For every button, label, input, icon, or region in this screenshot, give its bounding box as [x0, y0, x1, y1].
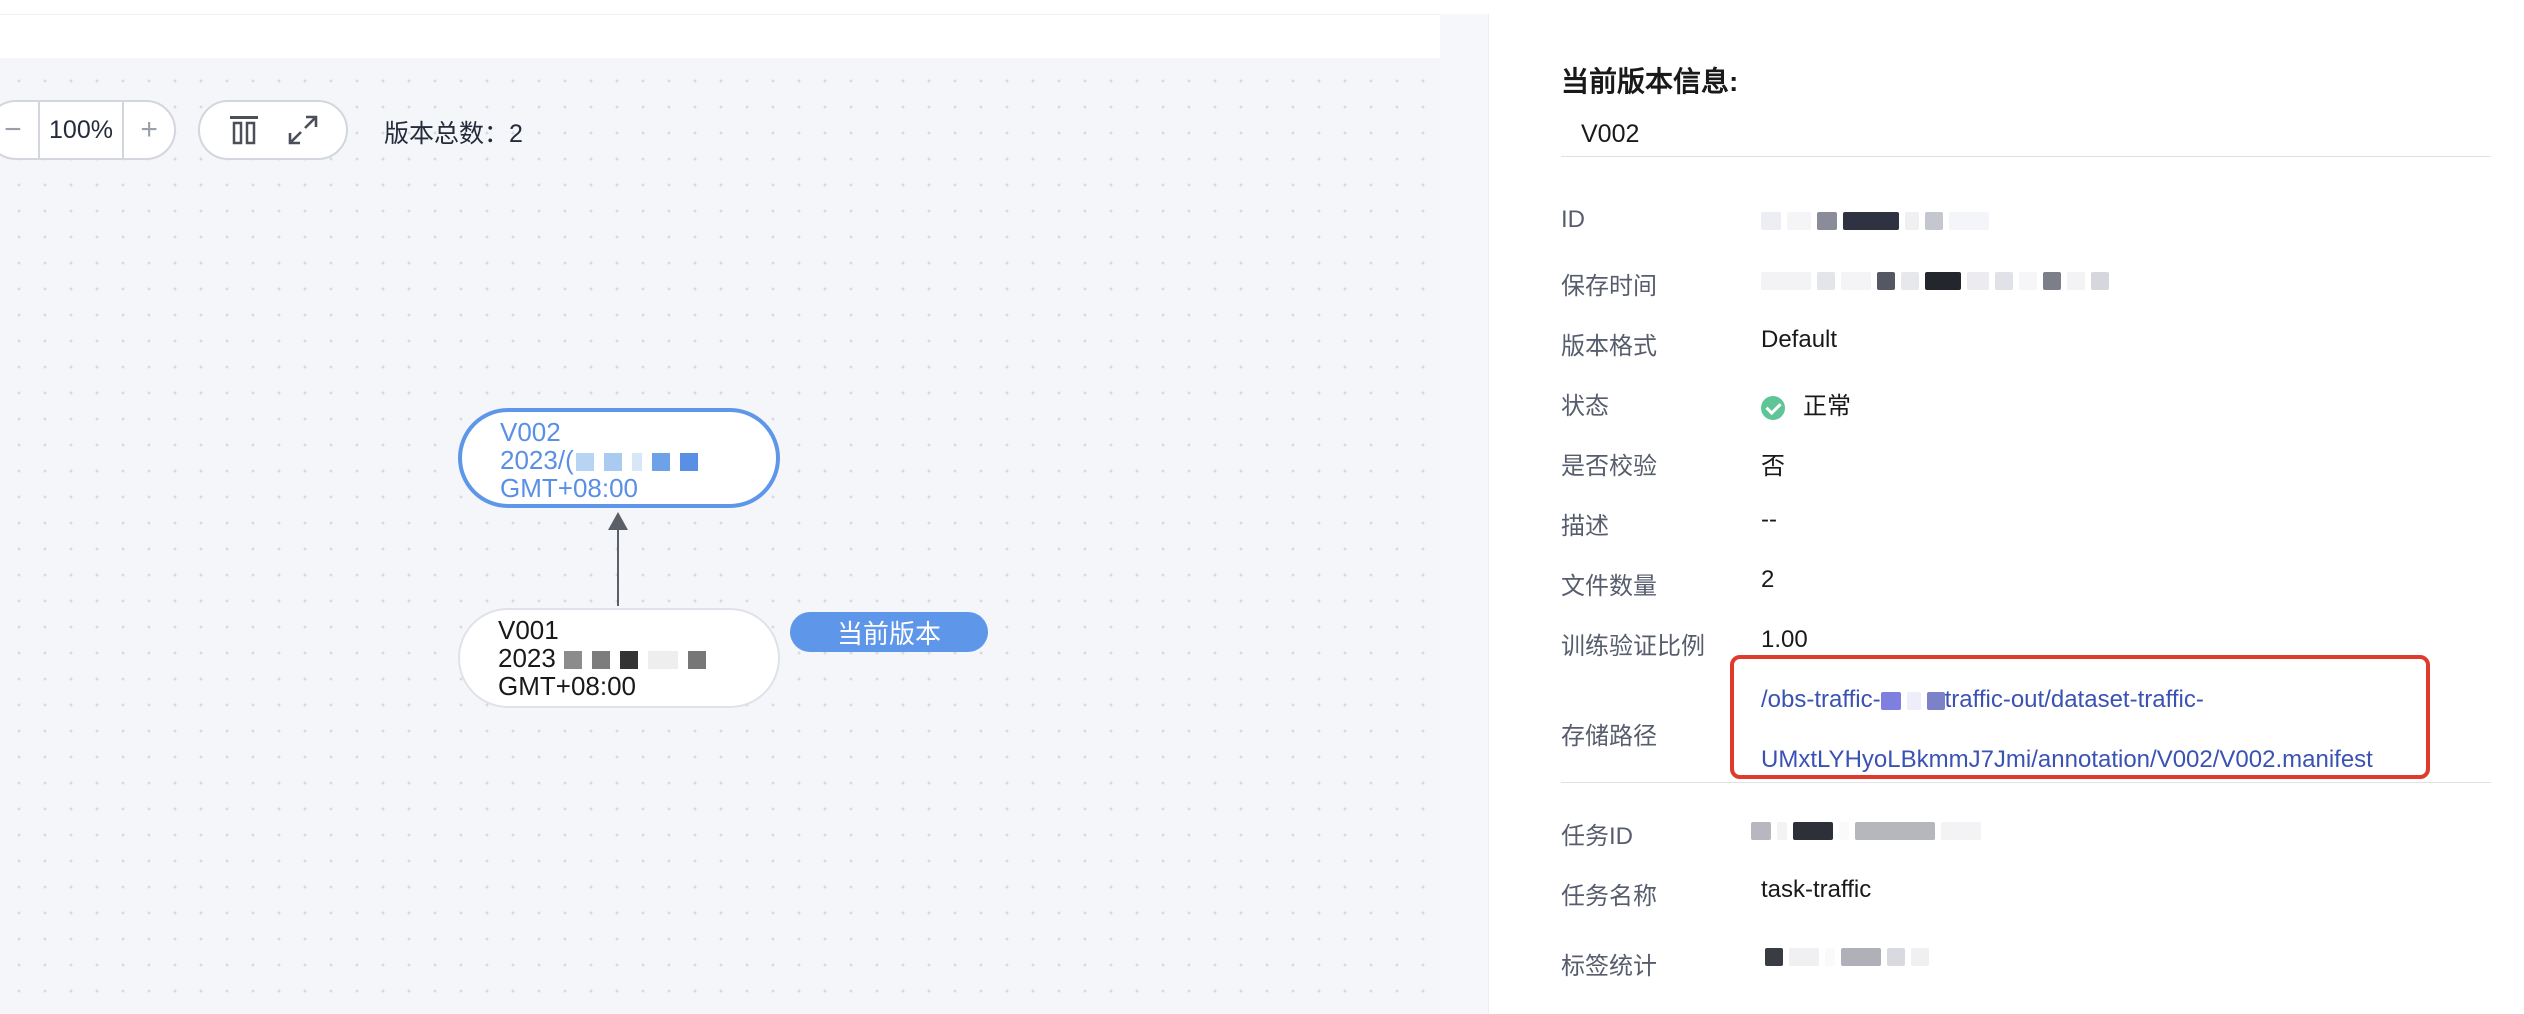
task-id-value — [1751, 816, 1987, 844]
zoom-control: − 100% + — [0, 100, 176, 160]
node-date: 2023 — [498, 644, 778, 672]
task-name-value: task-traffic — [1761, 876, 1872, 903]
status-label: 状态 — [1561, 393, 1609, 420]
file-count-value: 2 — [1761, 566, 1775, 593]
verify-value: 否 — [1761, 453, 1785, 480]
zoom-level: 100% — [37, 102, 125, 158]
status-text: 正常 — [1803, 393, 1851, 420]
file-count-label: 文件数量 — [1561, 573, 1657, 600]
divider — [1561, 782, 2491, 783]
view-tools — [198, 100, 348, 160]
format-value: Default — [1761, 326, 1838, 353]
node-date: 2023/( — [500, 446, 776, 474]
fullscreen-button[interactable] — [281, 108, 325, 152]
zoom-out-button[interactable]: − — [0, 102, 38, 158]
verify-label: 是否校验 — [1561, 453, 1657, 480]
format-label: 版本格式 — [1561, 333, 1657, 360]
zoom-in-button[interactable]: + — [124, 102, 174, 158]
top-bar — [0, 0, 2524, 15]
storage-path-link[interactable]: /obs-traffic-traffic-out/dataset-traffic… — [1761, 686, 2204, 714]
version-graph-canvas[interactable] — [0, 58, 1440, 1014]
storage-path-link-cont[interactable]: UMxtLYHyoLBkmmJ7Jmi/annotation/V002/V002… — [1761, 746, 2373, 774]
label-stats-label: 标签统计 — [1561, 953, 1657, 980]
status-value: 正常 — [1761, 386, 1851, 421]
current-version-tag: 当前版本 — [790, 612, 988, 652]
version-info-panel: 当前版本信息: V002 ID 保存时间 版本格式 Default 状态 正常 … — [1489, 14, 2524, 1014]
save-time-value — [1761, 266, 2115, 294]
label-stats-value — [1765, 942, 1935, 970]
version-total-count: 版本总数：2 — [384, 120, 523, 148]
panel-gutter — [1440, 14, 1488, 1014]
align-top-icon — [229, 116, 258, 145]
ratio-value: 1.00 — [1761, 626, 1808, 653]
task-name-label: 任务名称 — [1561, 883, 1657, 910]
id-label: ID — [1561, 206, 1585, 233]
divider — [1561, 156, 2491, 157]
version-node-v001[interactable]: V001 2023 GMT+08:00 — [458, 608, 780, 708]
description-value: -- — [1761, 506, 1777, 533]
expand-icon — [288, 115, 317, 145]
align-top-button[interactable] — [222, 108, 266, 152]
description-label: 描述 — [1561, 513, 1609, 540]
ratio-label: 训练验证比例 — [1561, 633, 1705, 660]
current-version-name: V002 — [1581, 120, 1640, 148]
panel-title: 当前版本信息: — [1561, 66, 1739, 97]
node-version-name: V002 — [500, 417, 561, 447]
node-timezone: GMT+08:00 — [500, 473, 639, 503]
save-time-label: 保存时间 — [1561, 273, 1657, 300]
edge-v001-to-v002 — [617, 520, 619, 606]
storage-path-label: 存储路径 — [1561, 723, 1657, 750]
version-node-v002[interactable]: V002 2023/( GMT+08:00 — [458, 408, 780, 508]
success-check-icon — [1761, 395, 1785, 420]
task-id-label: 任务ID — [1561, 823, 1633, 850]
node-version-name: V001 — [498, 615, 559, 645]
node-timezone: GMT+08:00 — [498, 671, 637, 701]
id-value — [1761, 206, 1995, 234]
